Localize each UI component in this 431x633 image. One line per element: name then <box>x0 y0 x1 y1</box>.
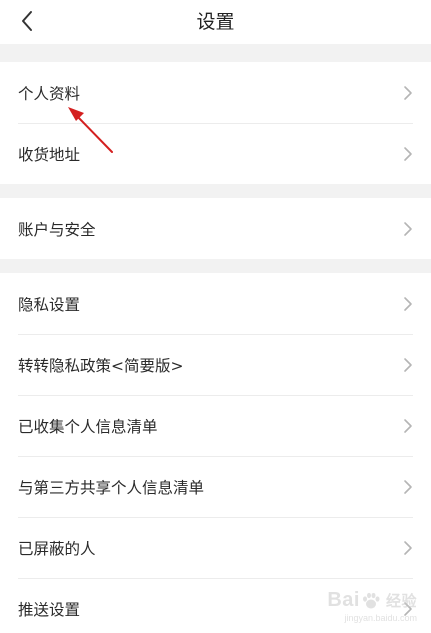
watermark: Bai 经验 jingyan.baidu.com <box>327 589 417 623</box>
watermark-brand-right: 经验 <box>385 593 417 610</box>
settings-item-label: 隐私设置 <box>18 295 81 314</box>
page-title: 设置 <box>196 11 235 33</box>
chevron-right-icon <box>404 418 412 433</box>
settings-item-label: 账户与安全 <box>18 220 96 239</box>
chevron-right-icon <box>404 357 412 372</box>
section-divider <box>0 44 431 62</box>
baidu-paw-icon <box>362 592 380 608</box>
settings-item-label: 收货地址 <box>18 145 81 164</box>
settings-group-privacy: 隐私设置 转转隐私政策<简要版> 已收集个人信息清单 与第三方共享个人信息清单 … <box>0 273 431 633</box>
section-divider <box>0 184 431 198</box>
watermark-brand-left: Bai <box>327 589 360 611</box>
chevron-right-icon <box>404 296 412 311</box>
settings-item-label: 转转隐私政策<简要版> <box>18 356 184 375</box>
settings-screen: 设置 个人资料 收货地址 账户与安全 隐私设置 转转隐私政策<简要版> 已收集个… <box>0 0 431 633</box>
settings-group-profile: 个人资料 收货地址 <box>0 62 431 184</box>
chevron-right-icon <box>404 85 412 100</box>
chevron-right-icon <box>404 540 412 555</box>
settings-item-third-party-sharing-list[interactable]: 与第三方共享个人信息清单 <box>0 456 431 517</box>
settings-item-label: 已收集个人信息清单 <box>18 417 158 436</box>
settings-item-blocked-users[interactable]: 已屏蔽的人 <box>0 517 431 578</box>
settings-item-label: 与第三方共享个人信息清单 <box>18 478 205 497</box>
settings-item-collected-info-list[interactable]: 已收集个人信息清单 <box>0 395 431 456</box>
settings-item-account-security[interactable]: 账户与安全 <box>0 198 431 259</box>
settings-item-personal-info[interactable]: 个人资料 <box>0 62 431 123</box>
settings-item-privacy-policy[interactable]: 转转隐私政策<简要版> <box>0 334 431 395</box>
settings-item-label: 推送设置 <box>18 600 81 619</box>
settings-item-privacy-settings[interactable]: 隐私设置 <box>0 273 431 334</box>
settings-item-shipping-address[interactable]: 收货地址 <box>0 123 431 184</box>
settings-group-account: 账户与安全 <box>0 198 431 259</box>
nav-bar: 设置 <box>0 0 431 44</box>
settings-item-label: 已屏蔽的人 <box>18 539 96 558</box>
chevron-right-icon <box>404 146 412 161</box>
settings-item-label: 个人资料 <box>18 84 81 103</box>
watermark-url: jingyan.baidu.com <box>344 613 417 623</box>
section-divider <box>0 259 431 273</box>
chevron-right-icon <box>404 479 412 494</box>
watermark-logo: Bai 经验 <box>327 589 417 612</box>
chevron-right-icon <box>404 221 412 236</box>
